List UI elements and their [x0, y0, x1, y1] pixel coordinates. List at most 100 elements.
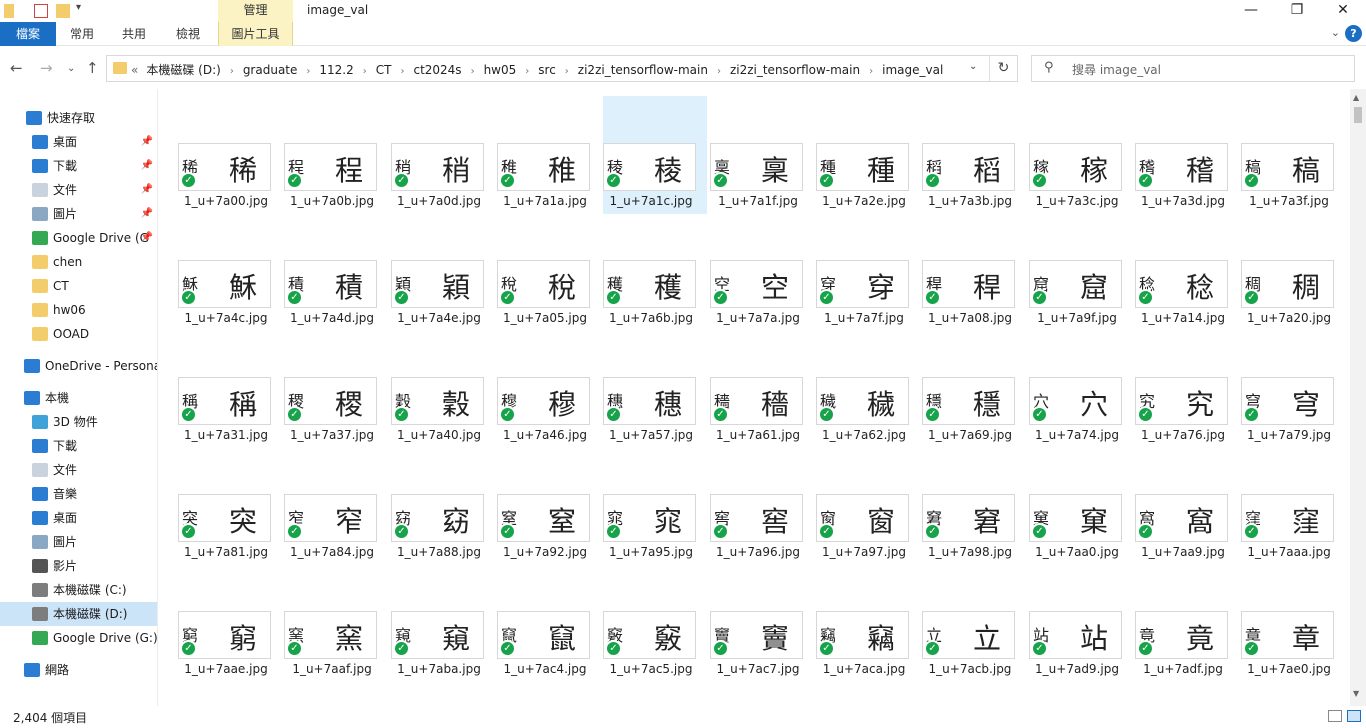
refresh-icon[interactable]: ↻: [989, 56, 1017, 81]
sidebar-item[interactable]: 3D 物件: [0, 410, 157, 434]
sidebar-item[interactable]: OneDrive - Personal: [0, 354, 157, 378]
target-glyph: 窕: [654, 505, 683, 538]
sidebar-item[interactable]: Google Drive (G:): [0, 626, 157, 650]
tab-share[interactable]: 共用: [114, 22, 154, 46]
new-folder-icon[interactable]: [56, 4, 70, 18]
chevron-right-icon[interactable]: ›: [400, 66, 404, 77]
file-item[interactable]: 稿稿 ✓ 1_u+7a3f.jpg: [1241, 96, 1345, 214]
sidebar-item[interactable]: 下載 📌: [0, 154, 157, 178]
breadcrumb-item[interactable]: zi2zi_tensorflow-main: [730, 63, 860, 77]
file-thumbnail: 穩穩 ✓: [922, 377, 1015, 425]
target-glyph: 竇: [761, 622, 790, 655]
search-icon: ⚲: [1044, 60, 1054, 75]
file-thumbnail: 穎穎 ✓: [391, 260, 484, 308]
breadcrumb-item[interactable]: zi2zi_tensorflow-main: [578, 63, 708, 77]
tab-file[interactable]: 檔案: [0, 22, 56, 46]
overflow-icon[interactable]: «: [131, 63, 138, 77]
vertical-scrollbar[interactable]: ▲ ▼: [1350, 89, 1366, 706]
file-item[interactable]: 章章 ✓ 1_u+7ae0.jpg: [1241, 564, 1345, 682]
scroll-up-icon[interactable]: ▲: [1353, 93, 1359, 102]
minimize-icon[interactable]: —: [1228, 0, 1274, 22]
sidebar-item-label: 影片: [53, 559, 78, 573]
sidebar-item[interactable]: 影片: [0, 554, 157, 578]
details-view-icon[interactable]: [1328, 710, 1342, 722]
expand-ribbon-icon[interactable]: ⌄: [1331, 26, 1340, 39]
file-thumbnail: 站站 ✓: [1029, 611, 1122, 659]
tab-view[interactable]: 檢視: [168, 22, 208, 46]
up-icon[interactable]: ↑: [86, 59, 99, 77]
synced-check-icon: ✓: [1137, 406, 1154, 423]
sidebar-item[interactable]: 下載: [0, 434, 157, 458]
breadcrumb-item[interactable]: graduate: [243, 63, 298, 77]
file-thumbnail: 窪窪 ✓: [1241, 494, 1334, 542]
forward-icon[interactable]: →: [40, 59, 53, 77]
close-icon[interactable]: ✕: [1320, 0, 1366, 22]
chevron-right-icon[interactable]: ›: [717, 66, 721, 77]
sidebar-item[interactable]: OOAD: [0, 322, 157, 346]
sidebar-item-label: hw06: [53, 303, 86, 317]
sidebar-item[interactable]: chen: [0, 250, 157, 274]
manage-tab[interactable]: 管理: [218, 0, 293, 22]
target-glyph: 穗: [654, 388, 683, 421]
breadcrumb-item[interactable]: 本機磁碟 (D:): [146, 63, 220, 77]
sidebar-item[interactable]: 圖片: [0, 530, 157, 554]
synced-check-icon: ✓: [605, 172, 622, 189]
sidebar-item[interactable]: 圖片 📌: [0, 202, 157, 226]
sidebar-item[interactable]: 桌面: [0, 506, 157, 530]
folder-icon: [113, 62, 127, 74]
folder-icon: [32, 327, 48, 341]
file-item[interactable]: 稠稠 ✓ 1_u+7a20.jpg: [1241, 213, 1345, 331]
sidebar-item[interactable]: 桌面 📌: [0, 130, 157, 154]
chevron-right-icon[interactable]: ›: [363, 66, 367, 77]
sidebar-item[interactable]: hw06: [0, 298, 157, 322]
breadcrumb-item[interactable]: image_val: [882, 63, 943, 77]
recent-locations-icon[interactable]: ⌄: [67, 63, 75, 74]
chevron-right-icon[interactable]: ›: [230, 66, 234, 77]
breadcrumb-item[interactable]: src: [538, 63, 556, 77]
restore-icon[interactable]: ❐: [1274, 0, 1320, 22]
breadcrumb-item[interactable]: hw05: [484, 63, 517, 77]
scroll-down-icon[interactable]: ▼: [1353, 689, 1359, 698]
sidebar-item[interactable]: 文件 📌: [0, 178, 157, 202]
chevron-right-icon[interactable]: ›: [471, 66, 475, 77]
file-item[interactable]: 穹穹 ✓ 1_u+7a79.jpg: [1241, 330, 1345, 448]
sidebar-item-label: 音樂: [53, 487, 78, 501]
large-icons-view-icon[interactable]: [1347, 710, 1361, 722]
target-glyph: 穎: [442, 271, 471, 304]
address-bar[interactable]: « 本機磁碟 (D:) › graduate › 112.2 › CT › ct2024s › hw0…: [106, 55, 1018, 82]
tab-home[interactable]: 常用: [62, 22, 102, 46]
synced-check-icon: ✓: [393, 289, 410, 306]
help-icon[interactable]: ?: [1345, 25, 1362, 42]
chevron-right-icon[interactable]: ›: [869, 66, 873, 77]
search-input[interactable]: ⚲ 搜尋 image_val: [1031, 55, 1355, 82]
drive-icon: [32, 583, 48, 597]
sidebar-item[interactable]: Google Drive (G 📌: [0, 226, 157, 250]
address-dropdown-icon[interactable]: ⌄: [969, 61, 977, 72]
file-thumbnail: 稠稠 ✓: [1241, 260, 1334, 308]
file-item[interactable]: 窪窪 ✓ 1_u+7aaa.jpg: [1241, 447, 1345, 565]
breadcrumb-item[interactable]: CT: [376, 63, 392, 77]
chevron-right-icon[interactable]: ›: [525, 66, 529, 77]
sidebar-item[interactable]: 文件: [0, 458, 157, 482]
target-glyph: 究: [1186, 388, 1215, 421]
sidebar-item[interactable]: 本機: [0, 386, 157, 410]
synced-check-icon: ✓: [1137, 523, 1154, 540]
tab-picture-tools[interactable]: 圖片工具: [218, 22, 293, 46]
sidebar-item-label: 本機磁碟 (C:): [53, 583, 127, 597]
breadcrumb-item[interactable]: 112.2: [319, 63, 353, 77]
scrollbar-thumb[interactable]: [1354, 107, 1362, 123]
properties-icon[interactable]: [34, 4, 48, 18]
customize-toolbar-icon[interactable]: ▾: [76, 2, 81, 13]
file-name: 1_u+7a20.jpg: [1247, 311, 1331, 325]
chevron-right-icon[interactable]: ›: [565, 66, 569, 77]
breadcrumb[interactable]: « 本機磁碟 (D:) › graduate › 112.2 › CT › ct2024s › hw0…: [131, 61, 943, 78]
sidebar-item[interactable]: 本機磁碟 (C:): [0, 578, 157, 602]
back-icon[interactable]: ←: [10, 59, 23, 77]
chevron-right-icon[interactable]: ›: [306, 66, 310, 77]
sidebar-item[interactable]: 音樂: [0, 482, 157, 506]
sidebar-item[interactable]: 快速存取: [0, 106, 157, 130]
sidebar-item[interactable]: 本機磁碟 (D:): [0, 602, 157, 626]
breadcrumb-item[interactable]: ct2024s: [413, 63, 461, 77]
sidebar-item[interactable]: CT: [0, 274, 157, 298]
sidebar-item[interactable]: 網路: [0, 658, 157, 682]
